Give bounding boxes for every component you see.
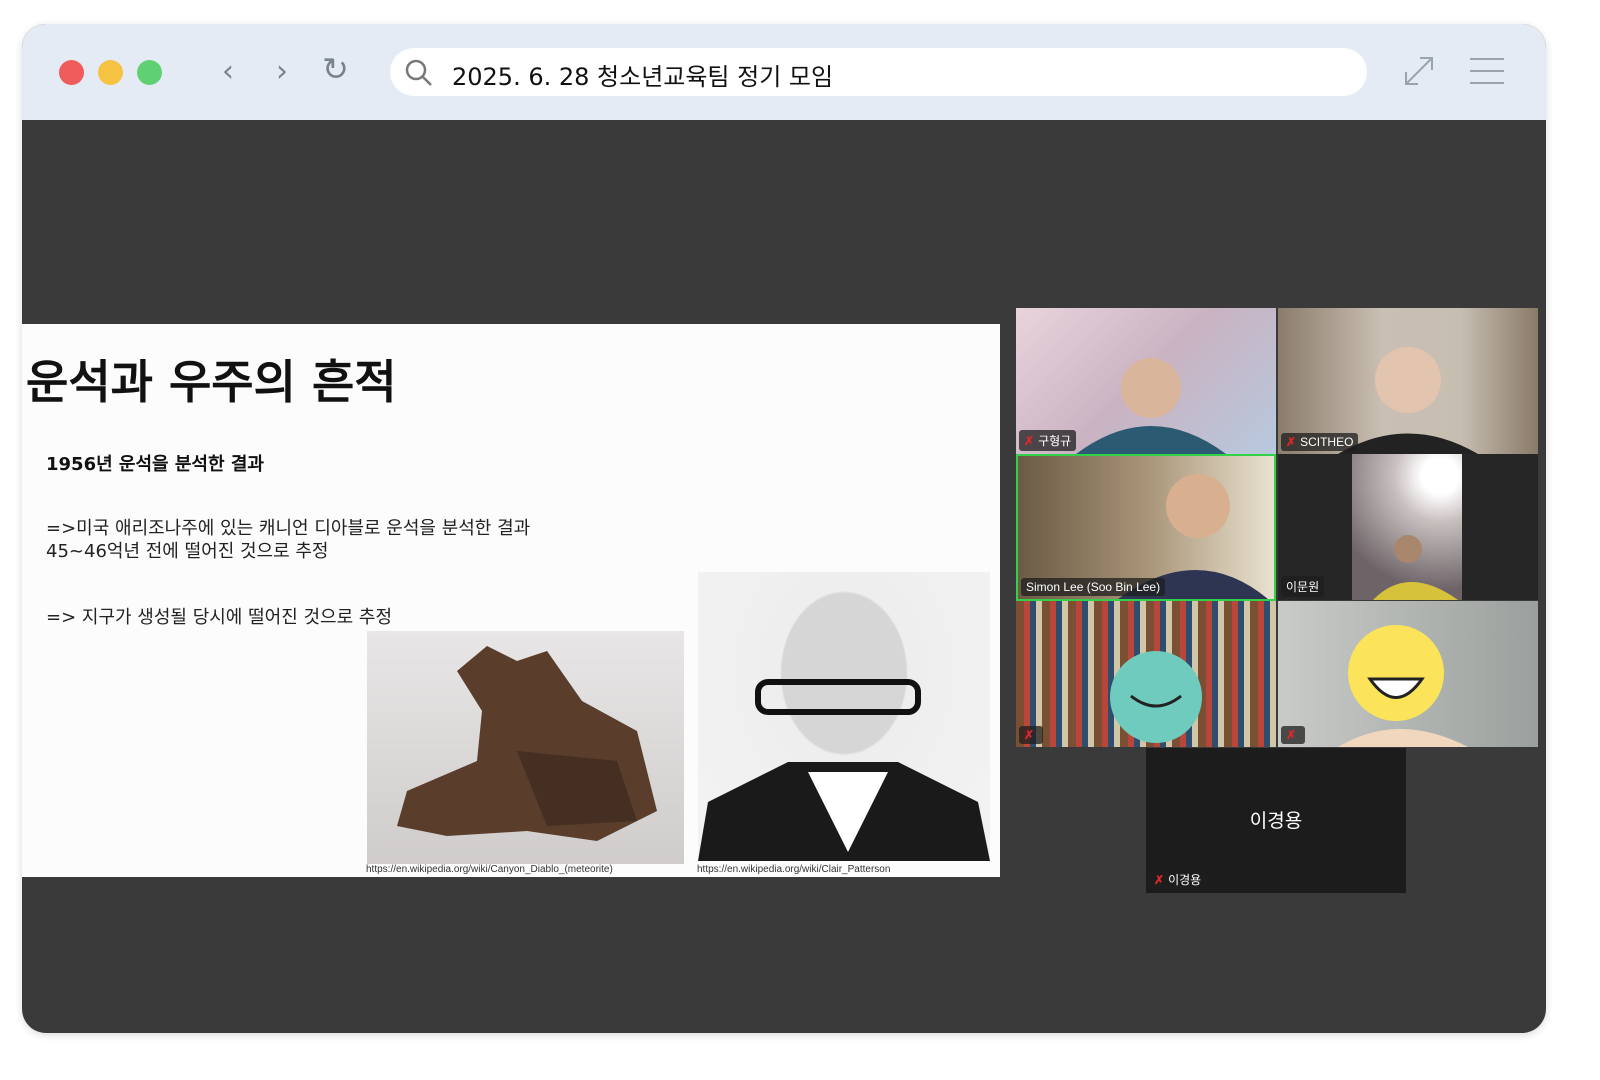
video-tile[interactable]: 이문원 [1278,454,1538,600]
slide-title: 운석과 우주의 흔적 [26,355,397,409]
reload-icon[interactable]: ↻ [322,50,349,88]
shared-slide: 운석과 우주의 흔적 1956년 운석을 분석한 결과 =>미국 애리조나주에 … [22,324,1000,877]
mic-muted-icon: ✗ [1154,873,1165,887]
forward-icon[interactable]: › [276,54,288,89]
search-icon [405,59,432,86]
participant-name: SCITHEO [1300,435,1354,449]
minimize-button[interactable] [98,60,123,85]
participant-name: 구형규 [1038,434,1072,448]
image-caption-1: https://en.wikipedia.org/wiki/Canyon_Dia… [366,864,613,875]
browser-window: ‹ › ↻ 2025. 6. 28 청소년교육팀 정기 모임 운석과 우주의 흔… [22,24,1546,1033]
browser-toolbar: ‹ › ↻ 2025. 6. 28 청소년교육팀 정기 모임 [22,24,1546,120]
address-bar[interactable]: 2025. 6. 28 청소년교육팀 정기 모임 [390,48,1367,96]
expand-icon[interactable] [1402,54,1436,88]
video-tile[interactable]: ✗ [1016,601,1276,747]
mic-muted-icon: ✗ [1286,728,1297,742]
mic-muted-icon: ✗ [1286,435,1297,449]
video-tile[interactable]: ✗ [1278,601,1538,747]
participant-name: Simon Lee (Soo Bin Lee) [1026,580,1161,594]
participant-name: 이경용 [1168,873,1202,887]
slide-paragraph-2: => 지구가 생성될 당시에 떨어진 것으로 추정 [46,607,393,628]
participant-name: 이문원 [1286,580,1320,594]
menu-icon[interactable] [1468,56,1506,86]
mic-muted-icon: ✗ [1024,434,1035,448]
meteorite-image [367,631,684,864]
participant-center-name: 이경용 [1249,810,1303,832]
slide-subtitle: 1956년 운석을 분석한 결과 [46,454,264,475]
back-icon[interactable]: ‹ [222,54,234,89]
video-tile-camera-off[interactable]: 이경용 ✗ 이경용 [1146,748,1406,893]
video-tile-active-speaker[interactable]: Simon Lee (Soo Bin Lee) [1016,454,1276,601]
video-tile[interactable]: ✗ SCITHEO [1278,308,1538,454]
close-button[interactable] [59,60,84,85]
slide-paragraph-1: =>미국 애리조나주에 있는 캐니언 디아블로 운석을 분석한 결과 45~46… [46,518,531,562]
mic-muted-icon: ✗ [1024,728,1035,742]
maximize-button[interactable] [137,60,162,85]
url-text: 2025. 6. 28 청소년교육팀 정기 모임 [452,63,834,91]
image-caption-2: https://en.wikipedia.org/wiki/Clair_Patt… [697,864,891,875]
portrait-image [698,572,990,861]
video-tile[interactable]: ✗ 구형규 [1016,308,1276,454]
